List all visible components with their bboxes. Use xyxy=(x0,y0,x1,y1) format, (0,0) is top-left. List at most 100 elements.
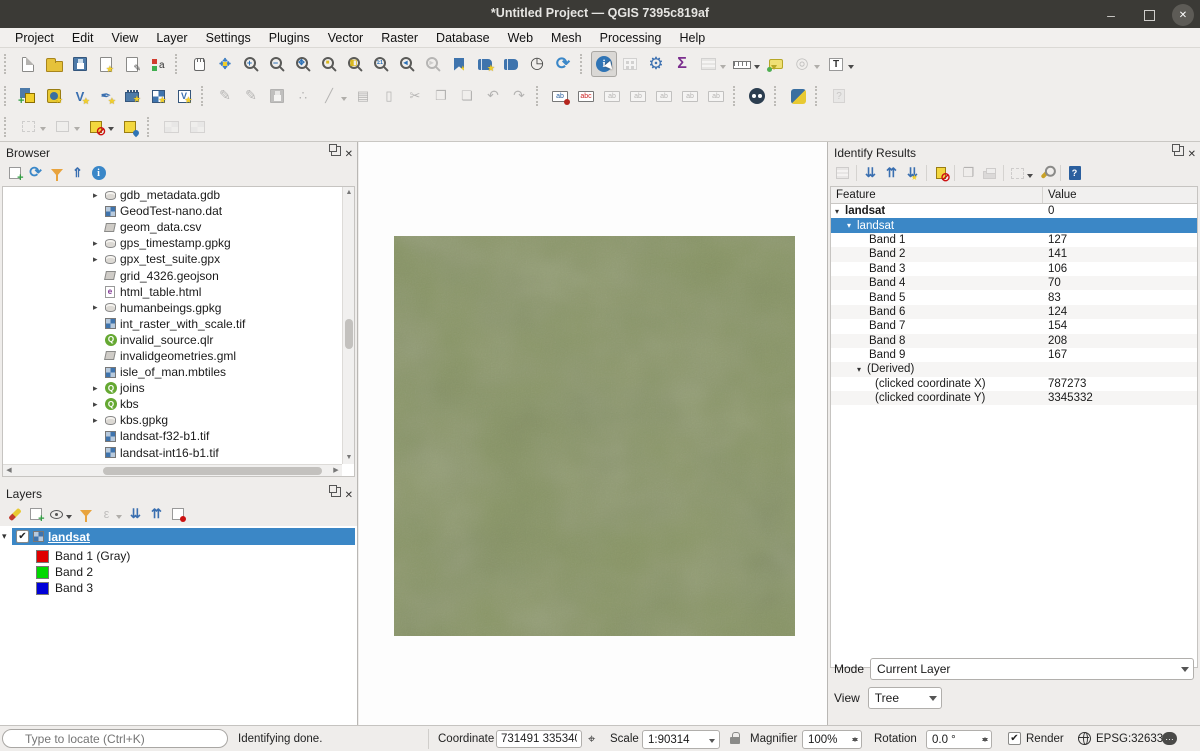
toolbar-drag-handle[interactable] xyxy=(4,86,10,106)
zoom-last-button[interactable] xyxy=(394,51,420,77)
temporal-controller-button[interactable] xyxy=(524,51,550,77)
toolbar-drag-handle[interactable] xyxy=(201,86,207,106)
pan-to-selection-button[interactable] xyxy=(212,51,238,77)
new-geopackage-layer-button[interactable] xyxy=(41,83,67,109)
identify-row[interactable]: (clicked coordinate Y)3345332 xyxy=(831,391,1197,405)
view-select[interactable]: Tree xyxy=(868,687,942,709)
statistical-summary-button[interactable] xyxy=(669,51,695,77)
browser-item[interactable]: html_table.html xyxy=(3,284,354,300)
processing-toolbox-button[interactable] xyxy=(643,51,669,77)
new-shapefile-layer-button[interactable] xyxy=(67,83,93,109)
crs-globe-icon[interactable] xyxy=(1078,732,1091,745)
pan-map-button[interactable] xyxy=(186,51,212,77)
browser-item[interactable]: geom_data.csv xyxy=(3,219,354,235)
menu-vector[interactable]: Vector xyxy=(319,31,372,45)
scrollbar-thumb[interactable] xyxy=(345,319,353,349)
spin-down-icon[interactable] xyxy=(852,738,858,745)
identify-expand-all-button[interactable] xyxy=(860,163,881,184)
menu-plugins[interactable]: Plugins xyxy=(260,31,319,45)
browser-properties-button[interactable] xyxy=(88,163,109,184)
browser-item[interactable]: landsat-int16-b1.tif xyxy=(3,445,354,461)
window-minimize-button[interactable] xyxy=(1100,4,1122,26)
window-maximize-button[interactable] xyxy=(1138,4,1160,26)
value-column-header[interactable]: Value xyxy=(1043,189,1077,201)
select-by-location-button[interactable] xyxy=(117,114,143,140)
menu-project[interactable]: Project xyxy=(6,31,63,45)
expand-arrow-icon[interactable] xyxy=(93,302,105,313)
menu-processing[interactable]: Processing xyxy=(591,31,671,45)
show-bookmarks-button[interactable] xyxy=(472,51,498,77)
identify-collapse-all-button[interactable] xyxy=(881,163,902,184)
refresh-map-button[interactable] xyxy=(550,51,576,77)
remove-layer-button[interactable] xyxy=(167,504,188,525)
label-highlight-button[interactable] xyxy=(573,83,599,109)
expand-arrow-icon[interactable] xyxy=(835,207,845,216)
labeling-options-button[interactable] xyxy=(547,83,573,109)
map-tips-button[interactable] xyxy=(763,51,789,77)
identify-row[interactable]: Band 7154 xyxy=(831,319,1197,333)
filter-legend-button[interactable] xyxy=(75,504,96,525)
browser-item[interactable]: kbs.gpkg xyxy=(3,412,354,428)
zoom-in-button[interactable] xyxy=(238,51,264,77)
browser-filter-button[interactable] xyxy=(46,163,67,184)
browser-close-icon[interactable] xyxy=(345,146,353,160)
expand-new-results-button[interactable] xyxy=(902,163,923,184)
browser-item[interactable]: invalidgeometries.gml xyxy=(3,348,354,364)
browser-tree[interactable]: gdb_metadata.gdb GeodTest-nano.dat geom_… xyxy=(2,186,355,477)
toolbar-drag-handle[interactable] xyxy=(733,86,739,106)
browser-item[interactable]: GeodTest-nano.dat xyxy=(3,203,354,219)
zoom-to-selection-button[interactable] xyxy=(316,51,342,77)
render-checkbox[interactable] xyxy=(1008,732,1021,745)
expand-arrow-icon[interactable] xyxy=(847,221,857,230)
identify-row[interactable]: (Derived) xyxy=(831,362,1197,376)
expand-arrow-icon[interactable] xyxy=(93,190,105,201)
bookmark-manager-button[interactable] xyxy=(498,51,524,77)
expand-arrow-icon[interactable] xyxy=(93,399,105,410)
browser-item[interactable]: gdb_metadata.gdb xyxy=(3,187,354,203)
magnifier-spinbox[interactable]: 100% xyxy=(802,730,862,749)
identify-row[interactable]: (clicked coordinate X)787273 xyxy=(831,377,1197,391)
identify-features-button[interactable] xyxy=(591,51,617,77)
browser-item[interactable]: humanbeings.gpkg xyxy=(3,300,354,316)
identify-results-table[interactable]: Feature Value landsat0 landsat Band 1127… xyxy=(830,186,1198,668)
spin-down-icon[interactable] xyxy=(982,738,988,745)
layer-visibility-checkbox[interactable] xyxy=(16,530,29,543)
zoom-full-button[interactable] xyxy=(290,51,316,77)
menu-web[interactable]: Web xyxy=(499,31,542,45)
menu-settings[interactable]: Settings xyxy=(197,31,260,45)
identify-row[interactable]: Band 470 xyxy=(831,276,1197,290)
menu-help[interactable]: Help xyxy=(670,31,714,45)
crs-status[interactable]: EPSG:32633 xyxy=(1096,733,1163,745)
layers-collapse-all-button[interactable] xyxy=(146,504,167,525)
style-manager-button[interactable] xyxy=(145,51,171,77)
metasearch-button[interactable] xyxy=(744,83,770,109)
rotation-spinbox[interactable]: 0.0 ° xyxy=(926,730,992,749)
menu-view[interactable]: View xyxy=(102,31,147,45)
toolbar-drag-handle[interactable] xyxy=(175,54,181,74)
clear-results-button[interactable] xyxy=(930,163,951,184)
deselect-features-button[interactable] xyxy=(83,114,109,140)
feature-column-header[interactable]: Feature xyxy=(831,187,1043,203)
open-project-button[interactable] xyxy=(41,51,67,77)
toolbar-drag-handle[interactable] xyxy=(536,86,542,106)
measure-button[interactable] xyxy=(729,51,755,77)
identify-row[interactable]: Band 8208 xyxy=(831,334,1197,348)
expand-arrow-icon[interactable] xyxy=(93,415,105,426)
menu-raster[interactable]: Raster xyxy=(372,31,427,45)
add-selected-layers-button[interactable] xyxy=(4,163,25,184)
zoom-out-button[interactable] xyxy=(264,51,290,77)
save-project-button[interactable] xyxy=(67,51,93,77)
new-gpx-layer-button[interactable] xyxy=(145,83,171,109)
layer-band-item[interactable]: Band 1 (Gray) xyxy=(0,548,357,564)
browser-item[interactable]: int_raster_with_scale.tif xyxy=(3,316,354,332)
scale-lock-icon[interactable] xyxy=(730,737,740,744)
extents-tracking-icon[interactable]: ⌖ xyxy=(588,732,595,745)
menu-edit[interactable]: Edit xyxy=(63,31,103,45)
menu-mesh[interactable]: Mesh xyxy=(542,31,591,45)
expand-arrow-icon[interactable] xyxy=(93,238,105,249)
messages-bubble-icon[interactable] xyxy=(1162,732,1177,745)
browser-item[interactable]: landsat-f32-b1.tif xyxy=(3,428,354,444)
layer-band-item[interactable]: Band 3 xyxy=(0,580,357,596)
save-project-as-button[interactable] xyxy=(93,51,119,77)
identify-help-button[interactable] xyxy=(1064,163,1085,184)
